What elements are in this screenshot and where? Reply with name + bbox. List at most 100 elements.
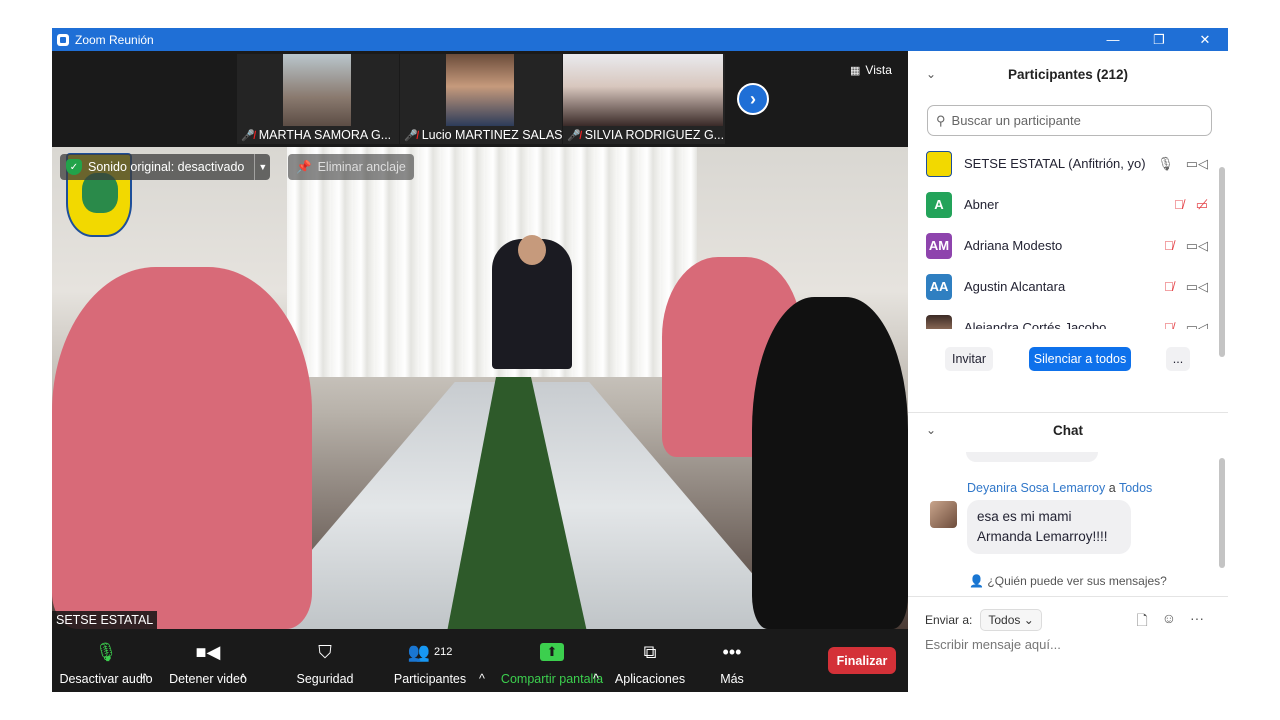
video-camera-icon[interactable]: ▭◁ xyxy=(1186,156,1208,172)
mic-muted-icon[interactable]: 🎙̸ xyxy=(1174,197,1184,213)
end-meeting-button[interactable]: Finalizar xyxy=(828,647,896,674)
participant-row[interactable]: AM Adriana Modesto 🎙̸ ▭◁ xyxy=(908,225,1218,266)
participant-controls: 🎙̸ ▭̸ xyxy=(1174,197,1208,213)
participants-button[interactable]: 👥 212 Participantes xyxy=(390,629,470,692)
chat-message-header: Deyanira Sosa Lemarroy a Todos xyxy=(967,481,1152,495)
participants-actions: Invitar Silenciar a todos ... xyxy=(908,347,1228,377)
send-to-dropdown[interactable]: Todos ⌄ xyxy=(980,609,1042,631)
chevron-down-icon: ⌄ xyxy=(1023,613,1034,627)
more-button[interactable]: ••• Más xyxy=(714,629,750,692)
avatar xyxy=(926,150,952,177)
audio-options-chevron-icon[interactable]: ^ xyxy=(142,629,148,692)
zoom-window: Zoom Reunión — ❐ ✕ 🎤̸ MARTHA SAMORA G...… xyxy=(52,28,1228,692)
apps-button[interactable]: ⧉ Aplicaciones xyxy=(614,629,686,692)
view-label: Vista xyxy=(865,63,892,77)
participant-row[interactable]: AA Agustin Alcantara 🎙̸ ▭◁ xyxy=(908,266,1218,307)
video-person-left xyxy=(52,267,312,629)
participants-more-button[interactable]: ... xyxy=(1166,347,1190,371)
chat-message-input[interactable]: Escribir mensaje aquí... xyxy=(925,637,1061,652)
video-camera-icon[interactable]: ▭◁ xyxy=(1186,238,1208,254)
who-can-see-link[interactable]: 👤 ¿Quién puede ver sus mensajes? xyxy=(908,574,1228,588)
window-controls: — ❐ ✕ xyxy=(1090,28,1228,51)
chat-recipient[interactable]: Todos xyxy=(1119,481,1152,495)
participants-title: Participantes (212) xyxy=(1007,66,1129,82)
close-button[interactable]: ✕ xyxy=(1182,28,1228,51)
mic-muted-icon[interactable]: 🎙̸ xyxy=(1164,279,1174,295)
participants-icon: 👥 212 xyxy=(407,641,453,662)
thumbnail-namebar: 🎤̸ Lucio MARTINEZ SALAS xyxy=(400,126,562,144)
thumbnail-image xyxy=(563,54,723,126)
stop-video-button[interactable]: ■◀ Detener video xyxy=(164,629,252,692)
chevron-down-icon[interactable]: ▼ xyxy=(254,154,270,180)
title-bar: Zoom Reunión — ❐ ✕ xyxy=(52,28,1228,51)
send-to-value: Todos xyxy=(988,613,1021,627)
avatar xyxy=(930,501,957,528)
emoji-icon[interactable]: ☺ xyxy=(1162,610,1176,634)
chat-scrollbar[interactable] xyxy=(1219,458,1225,568)
send-to-row: Enviar a: Todos ⌄ xyxy=(925,609,1042,631)
unpin-button[interactable]: 📌 Eliminar anclaje xyxy=(288,154,414,180)
minimize-button[interactable]: — xyxy=(1090,28,1136,51)
chevron-down-icon[interactable]: ⌄ xyxy=(926,67,936,81)
more-dots-icon: ••• xyxy=(722,641,742,662)
next-page-button[interactable]: › xyxy=(737,83,769,115)
thumbnail-name: Lucio MARTINEZ SALAS xyxy=(421,128,562,142)
search-placeholder: Buscar un participante xyxy=(951,113,1081,128)
participant-name: SETSE ESTATAL (Anfitrión, yo) xyxy=(964,156,1146,171)
participant-row[interactable]: SETSE ESTATAL (Anfitrión, yo) 🎙 ▭◁ xyxy=(908,143,1218,184)
chat-message-line: esa es mi mami xyxy=(977,509,1072,524)
microphone-icon[interactable]: 🎙 xyxy=(1157,156,1174,172)
video-camera-icon[interactable]: ▭◁ xyxy=(1186,279,1208,295)
more-dots-icon[interactable]: ··· xyxy=(1190,610,1204,634)
video-camera-icon[interactable]: ▭◁ xyxy=(1186,320,1208,330)
view-button[interactable]: ▦ Vista xyxy=(844,59,900,81)
participants-label: Participantes xyxy=(393,672,467,686)
participants-scrollbar[interactable] xyxy=(1219,167,1225,357)
thumbnail-image xyxy=(283,54,351,126)
restore-button[interactable]: ❐ xyxy=(1136,28,1182,51)
mute-button[interactable]: 🎙 Desactivar audio xyxy=(58,629,154,692)
chat-sender[interactable]: Deyanira Sosa Lemarroy xyxy=(967,481,1105,495)
chat-to-separator: a xyxy=(1108,481,1116,495)
side-panel: ⌄ Participantes (212) ⚲ Buscar un partic… xyxy=(908,51,1228,692)
chevron-right-icon: › xyxy=(750,88,756,109)
share-screen-button[interactable]: ⬆ Compartir pantalla xyxy=(500,629,604,692)
participant-row[interactable]: A Abner 🎙̸ ▭̸ xyxy=(908,184,1218,225)
thumbnail-namebar: 🎤̸ MARTHA SAMORA G... xyxy=(237,126,399,144)
participants-count: 212 xyxy=(434,646,453,658)
mic-muted-icon[interactable]: 🎙̸ xyxy=(1164,238,1174,254)
mic-muted-icon: 🎤̸ xyxy=(241,129,255,142)
invite-button[interactable]: Invitar xyxy=(945,347,993,371)
avatar xyxy=(926,314,952,329)
participant-controls: 🎙̸ ▭◁ xyxy=(1164,279,1208,295)
share-options-chevron-icon[interactable]: ^ xyxy=(593,629,599,692)
video-options-chevron-icon[interactable]: ^ xyxy=(240,629,246,692)
search-icon: ⚲ xyxy=(936,112,946,128)
thumbnail-video[interactable]: 🎤̸ Lucio MARTINEZ SALAS xyxy=(400,54,562,144)
video-person-right-front xyxy=(752,297,908,629)
participant-search-input[interactable]: ⚲ Buscar un participante xyxy=(927,105,1212,136)
original-sound-toggle[interactable]: ✓ Sonido original: desactivado ▼ xyxy=(60,154,271,180)
main-video[interactable]: ✓ Sonido original: desactivado ▼ 📌 Elimi… xyxy=(52,147,908,629)
chat-tools: 🗋 ☺ ··· xyxy=(1136,610,1204,634)
share-label: Compartir pantalla xyxy=(500,672,604,686)
shield-icon: ⛉ xyxy=(318,641,332,662)
thumbnail-video[interactable]: 🎤̸ SILVIA RODRIGUEZ G... xyxy=(563,54,725,144)
security-button[interactable]: ⛉ Seguridad xyxy=(292,629,358,692)
mute-all-button[interactable]: Silenciar a todos xyxy=(1029,347,1131,371)
video-camera-icon: ■◀ xyxy=(195,641,221,662)
video-area: 🎤̸ MARTHA SAMORA G... 🎤̸ Lucio MARTINEZ … xyxy=(52,51,908,692)
mic-muted-icon[interactable]: 🎙̸ xyxy=(1164,320,1174,330)
chat-message-line: Armanda Lemarroy!!!! xyxy=(977,529,1108,544)
thumbnail-video[interactable]: 🎤̸ MARTHA SAMORA G... xyxy=(237,54,399,144)
participant-name: Adriana Modesto xyxy=(964,238,1063,253)
main-video-name: SETSE ESTATAL xyxy=(52,611,158,629)
participant-row[interactable]: Alejandra Cortés Jacobo 🎙̸ ▭◁ xyxy=(908,307,1218,329)
chevron-down-icon[interactable]: ⌄ xyxy=(926,423,936,437)
video-off-icon[interactable]: ▭̸ xyxy=(1196,197,1208,213)
video-speaker-figure xyxy=(492,235,572,369)
participants-options-chevron-icon[interactable]: ^ xyxy=(479,629,485,692)
shield-check-icon: ✓ xyxy=(66,159,82,175)
avatar: A xyxy=(926,191,952,218)
file-icon[interactable]: 🗋 xyxy=(1136,610,1147,634)
